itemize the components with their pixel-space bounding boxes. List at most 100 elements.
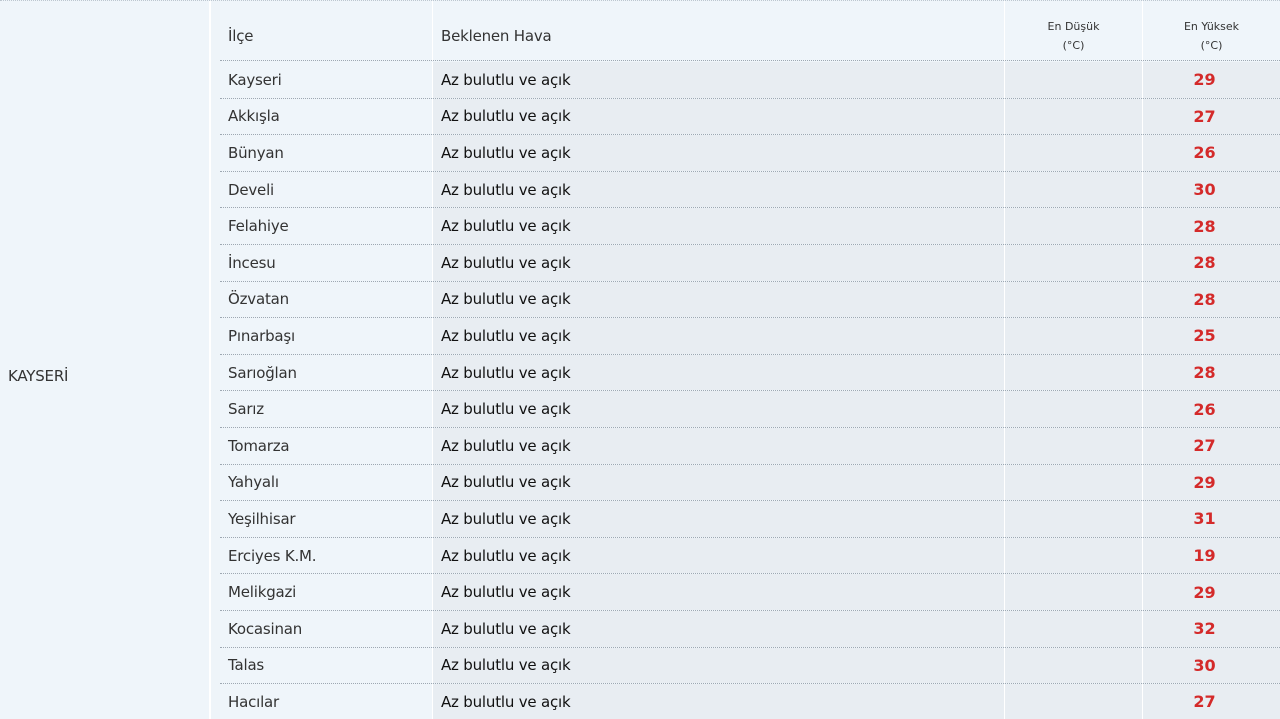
weather-forecast-page: KAYSERİ İlçe Beklenen Hava En Düşük (°C)…: [0, 0, 1280, 719]
expected-weather: Az bulutlu ve açık: [432, 354, 1004, 391]
table-row: Kayseri Az bulutlu ve açık 29: [220, 62, 1280, 99]
header-en-yuksek-label: En Yüksek (°C): [1143, 17, 1280, 55]
max-temp: 19: [1142, 537, 1280, 574]
header-en-dusuk-line1: En Düşük: [1047, 20, 1100, 33]
district-name: Sarız: [228, 400, 264, 419]
expected-weather: Az bulutlu ve açık: [432, 574, 1004, 610]
min-temp: [1004, 354, 1142, 391]
table-row: Melikgazi Az bulutlu ve açık 29: [220, 574, 1280, 611]
expected-weather: Az bulutlu ve açık: [432, 208, 1004, 244]
min-temp: [1004, 684, 1142, 719]
max-temp: 28: [1142, 354, 1280, 391]
district-name: Akkışla: [228, 107, 280, 126]
district-name: Kayseri: [228, 70, 282, 89]
max-temp: 29: [1142, 464, 1280, 501]
table-body: Kayseri Az bulutlu ve açık 29 Akkışla Az bul…: [220, 62, 1280, 719]
expected-weather: Az bulutlu ve açık: [432, 62, 1004, 98]
table-row: Sarız Az bulutlu ve açık 26: [220, 391, 1280, 428]
header-beklenen-hava-label: Beklenen Hava: [441, 27, 552, 45]
header-en-yuksek-line2: (°C): [1200, 39, 1223, 52]
table-row: Özvatan Az bulutlu ve açık 28: [220, 281, 1280, 319]
header-en-dusuk-label: En Düşük (°C): [1005, 17, 1142, 55]
header-ilce: İlçe: [220, 1, 432, 61]
header-beklenen-hava: Beklenen Hava: [432, 1, 1004, 61]
table-row: Felahiye Az bulutlu ve açık 28: [220, 208, 1280, 245]
district-name: Talas: [228, 656, 265, 675]
district-name: Hacılar: [228, 692, 280, 711]
district-name: Sarıoğlan: [228, 363, 297, 382]
max-temp: 29: [1142, 574, 1280, 610]
expected-weather: Az bulutlu ve açık: [432, 98, 1004, 135]
district-name: Tomarza: [228, 436, 290, 455]
district-name: Felahiye: [228, 217, 289, 236]
header-en-yuksek-line1: En Yüksek: [1183, 20, 1240, 33]
district-name: Pınarbaşı: [228, 326, 295, 345]
max-temp: 27: [1142, 98, 1280, 135]
max-temp: 28: [1142, 244, 1280, 281]
table-row: Yahyalı Az bulutlu ve açık 29: [220, 464, 1280, 502]
district-forecast-table: İlçe Beklenen Hava En Düşük (°C) En Yüks…: [220, 1, 1280, 719]
min-temp: [1004, 501, 1142, 537]
expected-weather: Az bulutlu ve açık: [432, 281, 1004, 318]
district-name: Erciyes K.M.: [228, 546, 317, 565]
max-temp: 26: [1142, 391, 1280, 427]
max-temp: 27: [1142, 684, 1280, 719]
max-temp: 32: [1142, 610, 1280, 647]
table-row: Sarıoğlan Az bulutlu ve açık 28: [220, 354, 1280, 392]
max-temp: 28: [1142, 208, 1280, 244]
expected-weather: Az bulutlu ve açık: [432, 684, 1004, 719]
expected-weather: Az bulutlu ve açık: [432, 537, 1004, 574]
expected-weather: Az bulutlu ve açık: [432, 244, 1004, 281]
table-row: Develi Az bulutlu ve açık 30: [220, 171, 1280, 209]
expected-weather: Az bulutlu ve açık: [432, 610, 1004, 647]
table-row: İncesu Az bulutlu ve açık 28: [220, 244, 1280, 282]
min-temp: [1004, 62, 1142, 98]
expected-weather: Az bulutlu ve açık: [432, 464, 1004, 501]
province-name: KAYSERİ: [8, 367, 69, 385]
table-row: Hacılar Az bulutlu ve açık 27: [220, 684, 1280, 719]
max-temp: 26: [1142, 135, 1280, 171]
table-row: Talas Az bulutlu ve açık 30: [220, 647, 1280, 685]
expected-weather: Az bulutlu ve açık: [432, 427, 1004, 464]
max-temp: 28: [1142, 281, 1280, 318]
max-temp: 31: [1142, 501, 1280, 537]
expected-weather: Az bulutlu ve açık: [432, 391, 1004, 427]
expected-weather: Az bulutlu ve açık: [432, 171, 1004, 208]
table-row: Akkışla Az bulutlu ve açık 27: [220, 98, 1280, 136]
table-header: İlçe Beklenen Hava En Düşük (°C) En Yüks…: [220, 1, 1280, 61]
expected-weather: Az bulutlu ve açık: [432, 135, 1004, 171]
expected-weather: Az bulutlu ve açık: [432, 647, 1004, 684]
district-name: Kocasinan: [228, 619, 303, 638]
table-row: Tomarza Az bulutlu ve açık 27: [220, 427, 1280, 465]
min-temp: [1004, 208, 1142, 244]
min-temp: [1004, 244, 1142, 281]
max-temp: 30: [1142, 171, 1280, 208]
min-temp: [1004, 464, 1142, 501]
max-temp: 25: [1142, 318, 1280, 354]
min-temp: [1004, 281, 1142, 318]
expected-weather: Az bulutlu ve açık: [432, 501, 1004, 537]
min-temp: [1004, 391, 1142, 427]
province-cell: KAYSERİ: [0, 1, 210, 719]
min-temp: [1004, 318, 1142, 354]
district-name: Yeşilhisar: [228, 509, 296, 528]
header-en-yuksek: En Yüksek (°C): [1142, 1, 1280, 61]
table-row: Erciyes K.M. Az bulutlu ve açık 19: [220, 537, 1280, 575]
table-row: Yeşilhisar Az bulutlu ve açık 31: [220, 501, 1280, 538]
header-ilce-label: İlçe: [228, 27, 254, 45]
min-temp: [1004, 98, 1142, 135]
min-temp: [1004, 135, 1142, 171]
min-temp: [1004, 171, 1142, 208]
table-row: Pınarbaşı Az bulutlu ve açık 25: [220, 318, 1280, 355]
max-temp: 27: [1142, 427, 1280, 464]
min-temp: [1004, 427, 1142, 464]
district-name: Develi: [228, 180, 275, 199]
table-gutter: [210, 1, 220, 719]
district-name: Bünyan: [228, 143, 284, 162]
district-name: Melikgazi: [228, 583, 297, 602]
header-en-dusuk-line2: (°C): [1062, 39, 1085, 52]
max-temp: 29: [1142, 62, 1280, 98]
header-en-dusuk: En Düşük (°C): [1004, 1, 1142, 61]
expected-weather: Az bulutlu ve açık: [432, 318, 1004, 354]
min-temp: [1004, 537, 1142, 574]
